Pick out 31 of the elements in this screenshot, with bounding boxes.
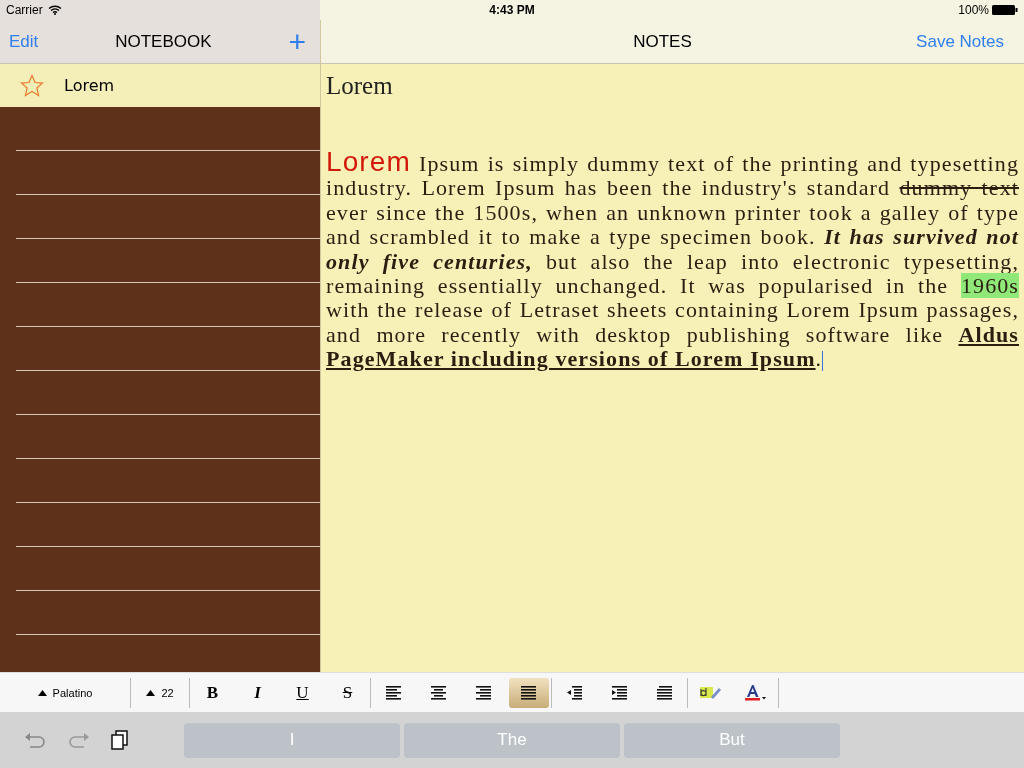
- align-justify-icon: [521, 685, 536, 700]
- caret-icon: [37, 689, 47, 696]
- wifi-icon: [47, 5, 62, 15]
- text-color-icon: [745, 684, 766, 701]
- align-right-icon: [476, 685, 491, 700]
- align-justify-button[interactable]: [508, 677, 549, 708]
- copy-icon[interactable]: [111, 730, 128, 750]
- clock-time: 4:43 PM: [489, 3, 535, 17]
- underline-button[interactable]: U: [280, 677, 325, 708]
- align-center-icon: [431, 685, 446, 700]
- carrier-label: Carrier: [6, 3, 43, 17]
- font-picker[interactable]: Palatino: [0, 677, 130, 708]
- note-text[interactable]: Lorem Ipsum is simply dummy text of the printing and typesetting industry. Lorem Ipsum has been the industry's standard dummy text ever since the 1500s, when an unknown printer took a galley of type and scrambled it to make a type specimen book. It has survived not only five centuries, but also the leap into electronic typesetting, remaining essentially unchanged. It was popularised in the 1960s with the release of Letraset sheets containing Lorem Ipsum passages, and more recently with desktop publishing software like Aldus PageMaker including versions of Lorem Ipsum.: [326, 150, 1019, 372]
- save-notes-button[interactable]: Save Notes: [914, 31, 1004, 52]
- align-left-icon: [386, 685, 401, 700]
- highlighter-icon: [699, 685, 722, 700]
- note-title: Lorem: [326, 71, 394, 101]
- italic-button[interactable]: I: [235, 677, 280, 708]
- battery-icon: [992, 5, 1018, 15]
- notes-title: NOTES: [633, 31, 692, 52]
- notebook-title: NOTEBOOK: [115, 31, 212, 52]
- note-list-item[interactable]: Lorem: [0, 64, 320, 107]
- increase-indent-icon: [612, 685, 627, 700]
- bold-button[interactable]: B: [190, 677, 235, 708]
- line-spacing-icon: [657, 685, 672, 700]
- battery-percent: 100%: [958, 3, 989, 17]
- decrease-indent-icon: [567, 685, 582, 700]
- star-icon[interactable]: [20, 74, 44, 97]
- font-size-picker[interactable]: 22: [131, 677, 189, 708]
- caret-icon: [146, 689, 156, 696]
- strikethrough-button[interactable]: S: [325, 677, 370, 708]
